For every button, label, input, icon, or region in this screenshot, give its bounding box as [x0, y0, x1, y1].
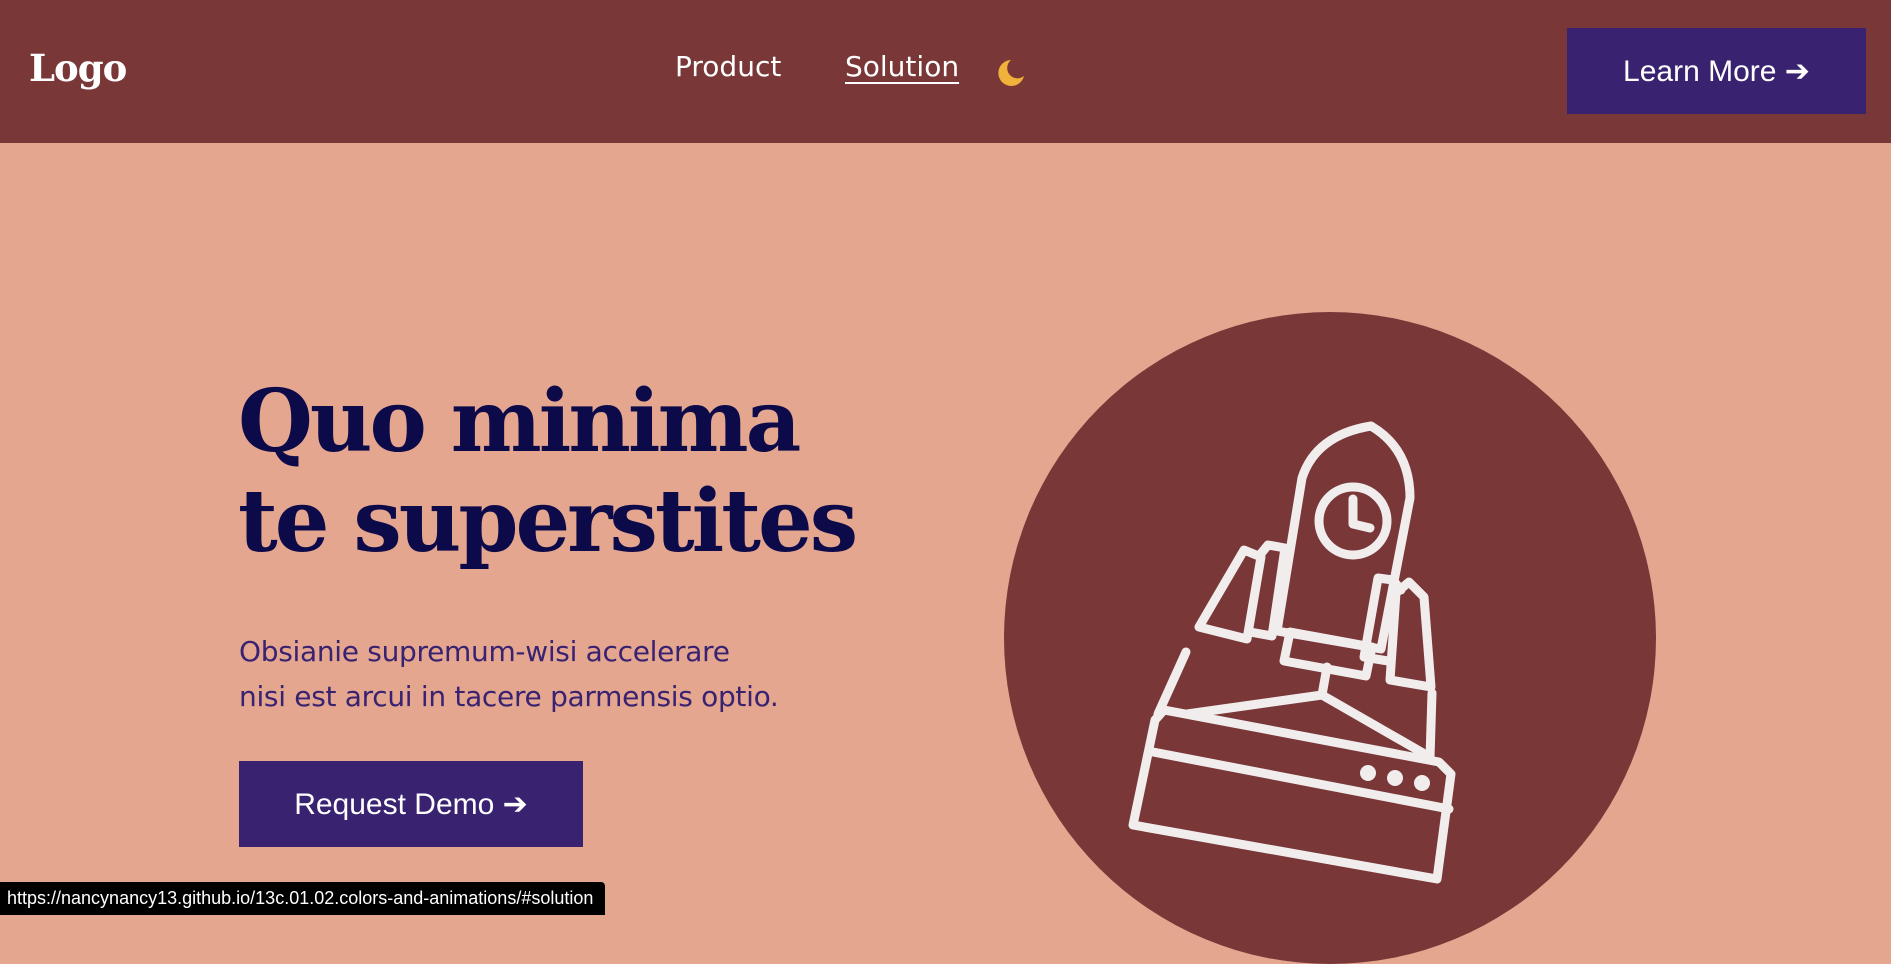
hero-title: Quo minima te superstites — [238, 371, 858, 572]
logo[interactable]: Logo — [29, 46, 127, 90]
learn-more-button[interactable]: Learn More ➔ — [1567, 28, 1866, 114]
nav-link-solution[interactable]: Solution — [845, 50, 959, 83]
request-demo-button[interactable]: Request Demo ➔ — [239, 761, 583, 847]
rocket-icon — [1128, 421, 1456, 884]
hero-subtitle-line-2: nisi est arcui in tacere parmensis optio… — [239, 680, 779, 713]
moon-icon[interactable] — [995, 57, 1027, 89]
hero-subtitle: Obsianie supremum-wisi accelerare nisi es… — [239, 629, 779, 719]
nav-link-product[interactable]: Product — [675, 50, 781, 83]
hero-subtitle-line-1: Obsianie supremum-wisi accelerare — [239, 635, 730, 668]
hero-title-line-1: Quo minima — [238, 371, 801, 472]
status-bar-url: https://nancynancy13.github.io/13c.01.02… — [0, 882, 606, 915]
hero-title-line-2: te superstites — [238, 471, 858, 572]
site-header: Logo Product Solution Learn More ➔ — [0, 0, 1891, 143]
